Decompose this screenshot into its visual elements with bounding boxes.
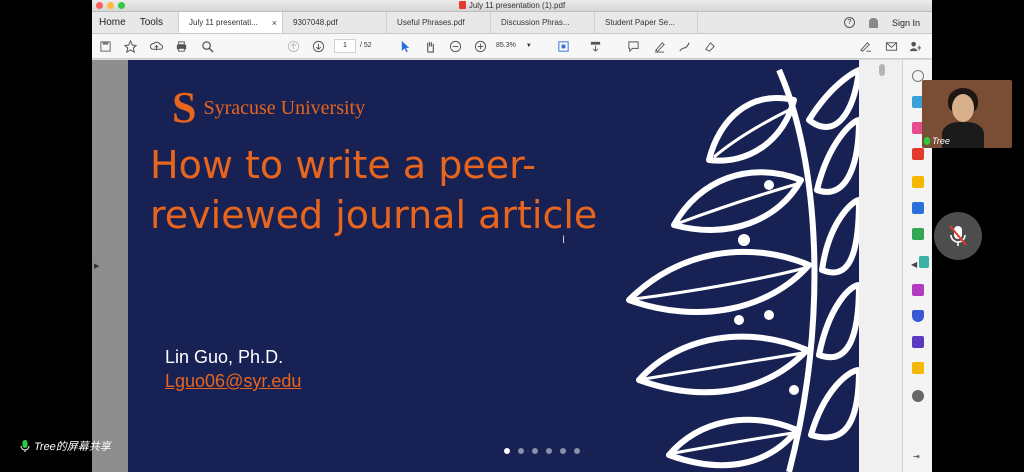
author-name: Lin Guo, Ph.D. [165, 347, 284, 367]
logo-text: Syracuse University [203, 96, 366, 119]
participant-name-tag: Tree [924, 136, 950, 146]
print-icon[interactable] [174, 39, 188, 53]
hand-tool-icon[interactable] [423, 39, 437, 53]
collapse-right-pane-icon[interactable]: ◀ [911, 260, 917, 269]
vertical-scrollbar[interactable] [859, 60, 902, 472]
fit-page-icon[interactable] [556, 39, 570, 53]
nav-home[interactable]: Home [92, 12, 133, 33]
tab-label: Discussion Phras... [501, 18, 570, 27]
tab-label: Useful Phrases.pdf [397, 18, 465, 27]
expand-pane-icon[interactable]: ⇥ [913, 452, 920, 461]
slide-title: How to write a peer-reviewed journal art… [150, 143, 598, 237]
slide-pagination-dots [504, 448, 580, 454]
tool-combine-icon[interactable] [912, 202, 924, 214]
microphone-muted-icon [949, 225, 967, 246]
zoom-in-icon[interactable] [473, 39, 487, 53]
tab-bar-right: ? Sign In [843, 12, 932, 33]
fill-sign-icon[interactable] [858, 39, 872, 53]
tool-certificate-icon[interactable] [912, 362, 924, 374]
tab-label: July 11 presentati... [189, 17, 258, 27]
zoom-level-value: 85.3% [496, 42, 516, 49]
pdf-slide-page: S Syracuse University How to write a pee… [128, 60, 859, 472]
participant-video-tile[interactable]: Tree [922, 80, 1012, 148]
tool-organize-icon[interactable] [912, 228, 924, 240]
tool-compress-icon[interactable] [919, 256, 929, 268]
chevron-down-icon: ▼ [525, 43, 532, 49]
comment-icon[interactable] [626, 39, 640, 53]
slide-dot[interactable] [574, 448, 580, 454]
previous-page-icon[interactable] [286, 39, 300, 53]
slide-dot[interactable] [546, 448, 552, 454]
laurel-leaf-graphic [626, 67, 859, 472]
draw-icon[interactable] [677, 39, 691, 53]
bookmark-star-icon[interactable] [123, 39, 137, 53]
tab-label: Student Paper Se... [605, 18, 675, 27]
scroll-mode-icon[interactable] [588, 39, 602, 53]
share-user-icon[interactable] [908, 39, 922, 53]
tool-send-sign-icon[interactable] [912, 336, 924, 348]
tool-create-pdf-icon[interactable] [912, 148, 924, 160]
microphone-icon [20, 440, 30, 452]
sign-in-button[interactable]: Sign In [892, 18, 920, 28]
author-email-link[interactable]: Lguo06@syr.edu [165, 371, 301, 392]
toolbar: 1 / 52 85.3% ▼ [92, 34, 932, 59]
close-tab-icon[interactable]: × [272, 18, 277, 28]
help-icon[interactable]: ? [843, 17, 855, 28]
email-icon[interactable] [884, 39, 898, 53]
scrollbar-thumb[interactable] [879, 64, 885, 76]
slide-dot[interactable] [518, 448, 524, 454]
save-icon[interactable] [98, 39, 112, 53]
tab-label: 9307048.pdf [293, 18, 338, 27]
logo-mark: S [172, 83, 197, 132]
collapse-left-pane-icon[interactable]: ▶ [94, 262, 99, 270]
acrobat-window: July 11 presentation (1).pdf Home Tools … [92, 0, 932, 472]
page-total: / 52 [360, 42, 372, 49]
zoom-level-select[interactable]: 85.3% ▼ [496, 39, 540, 53]
notification-bell-icon[interactable] [868, 17, 878, 28]
mute-microphone-button[interactable] [934, 212, 982, 260]
pdf-icon [458, 1, 466, 9]
window-title: July 11 presentation (1).pdf [92, 1, 932, 10]
tab-bar: Home Tools July 11 presentati... × 930704… [92, 12, 932, 34]
page-number-input[interactable]: 1 [334, 39, 356, 53]
window-title-text: July 11 presentation (1).pdf [468, 1, 566, 10]
search-zoom-icon[interactable] [200, 39, 214, 53]
screen-share-label: Tree的屏幕共享 [20, 438, 111, 454]
tab-document-5[interactable]: Student Paper Se... [594, 12, 699, 33]
tool-protect-icon[interactable] [912, 310, 924, 322]
participant-name: Tree [932, 136, 950, 146]
tool-comment-icon[interactable] [912, 176, 924, 188]
slide-dot[interactable] [560, 448, 566, 454]
tab-document-1[interactable]: July 11 presentati... × [178, 12, 283, 33]
document-viewport[interactable]: ▶ S Syracuse University How to write a p… [92, 60, 902, 472]
slide-dot[interactable] [532, 448, 538, 454]
stamp-icon[interactable] [702, 39, 716, 53]
text-cursor-icon: I [562, 234, 566, 246]
tab-document-3[interactable]: Useful Phrases.pdf [386, 12, 490, 33]
tab-document-2[interactable]: 9307048.pdf [282, 12, 386, 33]
university-logo: S Syracuse University [172, 83, 366, 132]
zoom-out-icon[interactable] [448, 39, 462, 53]
screen-share-text: Tree的屏幕共享 [34, 441, 111, 453]
next-page-icon[interactable] [311, 39, 325, 53]
highlight-pen-icon[interactable] [652, 39, 666, 53]
nav-tools[interactable]: Tools [133, 12, 170, 33]
tool-more-icon[interactable] [912, 390, 924, 402]
tool-fill-sign-icon[interactable] [912, 284, 924, 296]
tab-document-4[interactable]: Discussion Phras... [490, 12, 594, 33]
microphone-active-icon [924, 137, 930, 145]
participant-face [952, 94, 974, 122]
slide-dot[interactable] [504, 448, 510, 454]
upload-cloud-icon[interactable] [149, 39, 163, 53]
title-bar: July 11 presentation (1).pdf [92, 0, 932, 12]
select-arrow-icon[interactable] [398, 39, 412, 53]
